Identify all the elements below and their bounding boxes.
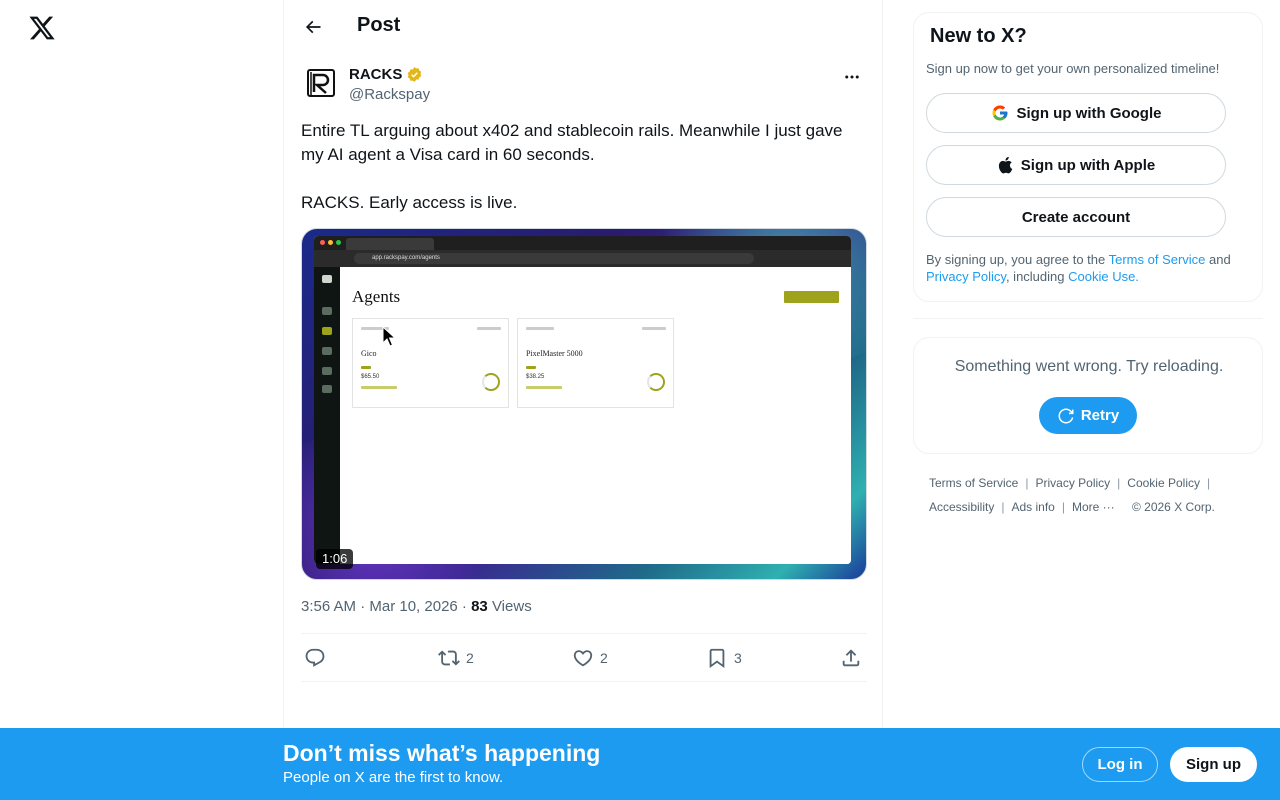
post-column: Post RACKS @Rackspay Entire TL arguing a…: [283, 0, 883, 800]
footer-accessibility-link[interactable]: Accessibility: [929, 500, 994, 514]
banner-title: Don’t miss what’s happening: [283, 740, 601, 766]
author-name[interactable]: RACKS: [349, 66, 402, 83]
footer-privacy-link[interactable]: Privacy Policy: [1035, 476, 1110, 490]
footer-terms-link[interactable]: Terms of Service: [929, 476, 1018, 490]
repost-icon: [438, 650, 460, 666]
author-name-row[interactable]: RACKS: [349, 66, 423, 83]
new-to-x-title: New to X?: [930, 25, 1027, 47]
refresh-icon: [1058, 408, 1074, 423]
browser-tab-bar: [314, 236, 851, 250]
footer-ads-link[interactable]: Ads info: [1011, 500, 1054, 514]
terms-text: , including: [1005, 269, 1069, 284]
browser-address-bar: app.rackspay.com/agents: [314, 250, 851, 267]
bookmark-button[interactable]: 3: [706, 647, 742, 669]
login-button[interactable]: Log in: [1082, 747, 1158, 782]
heart-icon: [573, 650, 593, 667]
signup-terms: By signing up, you agree to the Terms of…: [926, 251, 1256, 285]
terms-text: By signing up, you agree to the: [926, 252, 1109, 267]
progress-ring: [647, 373, 665, 391]
post-header: Post: [284, 0, 882, 54]
author-handle[interactable]: @Rackspay: [349, 86, 430, 103]
page-title: Post: [357, 14, 401, 36]
new-to-x-card: New to X? Sign up now to get your own pe…: [913, 12, 1263, 302]
post-timestamp[interactable]: 3:56 AM · Mar 10, 2026 · 83 Views: [301, 597, 532, 617]
agent-name: Gico: [361, 349, 377, 358]
signup-apple-label: Sign up with Apple: [1020, 156, 1156, 174]
reply-button[interactable]: [304, 647, 326, 669]
more-dots-icon: [845, 75, 859, 79]
more-options-button[interactable]: [837, 65, 867, 89]
share-button[interactable]: [840, 647, 862, 669]
google-icon: [992, 105, 1007, 121]
progress-ring: [482, 373, 500, 391]
privacy-policy-link[interactable]: Privacy Policy: [926, 269, 1006, 284]
signup-banner: Don’t miss what’s happening People on X …: [0, 728, 1280, 800]
terms-of-service-link[interactable]: Terms of Service: [1109, 252, 1206, 267]
back-button[interactable]: [298, 12, 328, 42]
signup-apple-button[interactable]: Sign up with Apple: [926, 145, 1226, 185]
browser-address: app.rackspay.com/agents: [372, 255, 440, 261]
avatar[interactable]: [301, 63, 341, 103]
agent-card: Gico $65.50: [352, 318, 509, 408]
signup-google-button[interactable]: Sign up with Google: [926, 93, 1226, 133]
error-message: Something went wrong. Try reloading.: [954, 358, 1224, 375]
post-author: RACKS @Rackspay: [301, 63, 867, 107]
post-text-line: Entire TL arguing about x402 and stablec…: [301, 121, 843, 164]
footer-copyright: © 2026 X Corp.: [1131, 500, 1215, 514]
left-rail: [0, 0, 283, 800]
sidebar-divider: [913, 318, 1263, 319]
terms-text: and: [1205, 252, 1231, 267]
new-to-x-subtitle: Sign up now to get your own personalized…: [926, 61, 1220, 76]
retry-button[interactable]: Retry: [1039, 397, 1137, 434]
footer-cookie-link[interactable]: Cookie Policy: [1127, 476, 1200, 490]
app-page-title: Agents: [352, 287, 401, 306]
agent-amount: $38.25: [526, 374, 545, 380]
app-main: Agents Gico $65.50 PixelMaster 5000 $38.…: [340, 267, 851, 564]
post-text-line: RACKS. Early access is live.: [301, 193, 518, 212]
app-breadcrumb: [352, 278, 354, 283]
signup-button[interactable]: Sign up: [1170, 747, 1257, 782]
create-account-label: Create account: [1021, 208, 1131, 226]
cookie-use-link[interactable]: Cookie Use.: [1068, 269, 1139, 284]
footer-more-link[interactable]: More ···: [1072, 500, 1115, 514]
agent-name: PixelMaster 5000: [526, 349, 583, 358]
like-button[interactable]: 2: [572, 647, 608, 669]
signup-google-label: Sign up with Google: [1016, 104, 1162, 122]
banner-subtitle: People on X are the first to know.: [283, 769, 504, 786]
agent-amount: $65.50: [361, 374, 380, 380]
app-sidebar: [314, 267, 340, 564]
create-account-button[interactable]: Create account: [926, 197, 1226, 237]
apple-icon: [998, 156, 1013, 174]
footer-links: Terms of Service | Privacy Policy | Cookie P…: [929, 476, 1215, 514]
error-card: Something went wrong. Try reloading. Ret…: [913, 337, 1263, 454]
video-duration: 1:06: [316, 549, 354, 569]
bookmark-icon: [709, 648, 725, 669]
retry-label: Retry: [1080, 407, 1120, 424]
arrow-left-icon: [305, 20, 321, 34]
share-icon: [842, 649, 860, 667]
post-actions: 2 2 3: [301, 633, 867, 682]
repost-count: 2: [466, 650, 474, 666]
post-text: Entire TL arguing about x402 and stablec…: [301, 119, 867, 215]
racks-logo-icon: [307, 69, 335, 97]
mouse-cursor-icon: [382, 326, 396, 347]
timestamp-text[interactable]: 3:56 AM · Mar 10, 2026 ·: [301, 598, 471, 615]
post-video[interactable]: app.rackspay.com/agents Agents Gico $65.…: [301, 228, 867, 580]
repost-button[interactable]: 2: [438, 647, 474, 669]
bookmark-count: 3: [734, 650, 742, 666]
agent-card: PixelMaster 5000 $38.25: [517, 318, 674, 408]
app-new-agent-button: [784, 291, 839, 303]
reply-icon: [305, 648, 325, 667]
like-count: 2: [600, 650, 608, 666]
views-count: 83: [471, 598, 488, 615]
video-browser-frame: app.rackspay.com/agents Agents Gico $65.…: [314, 236, 851, 564]
views-label: Views: [487, 598, 532, 615]
x-logo-icon[interactable]: [28, 14, 56, 42]
verified-badge-icon: [408, 67, 422, 82]
